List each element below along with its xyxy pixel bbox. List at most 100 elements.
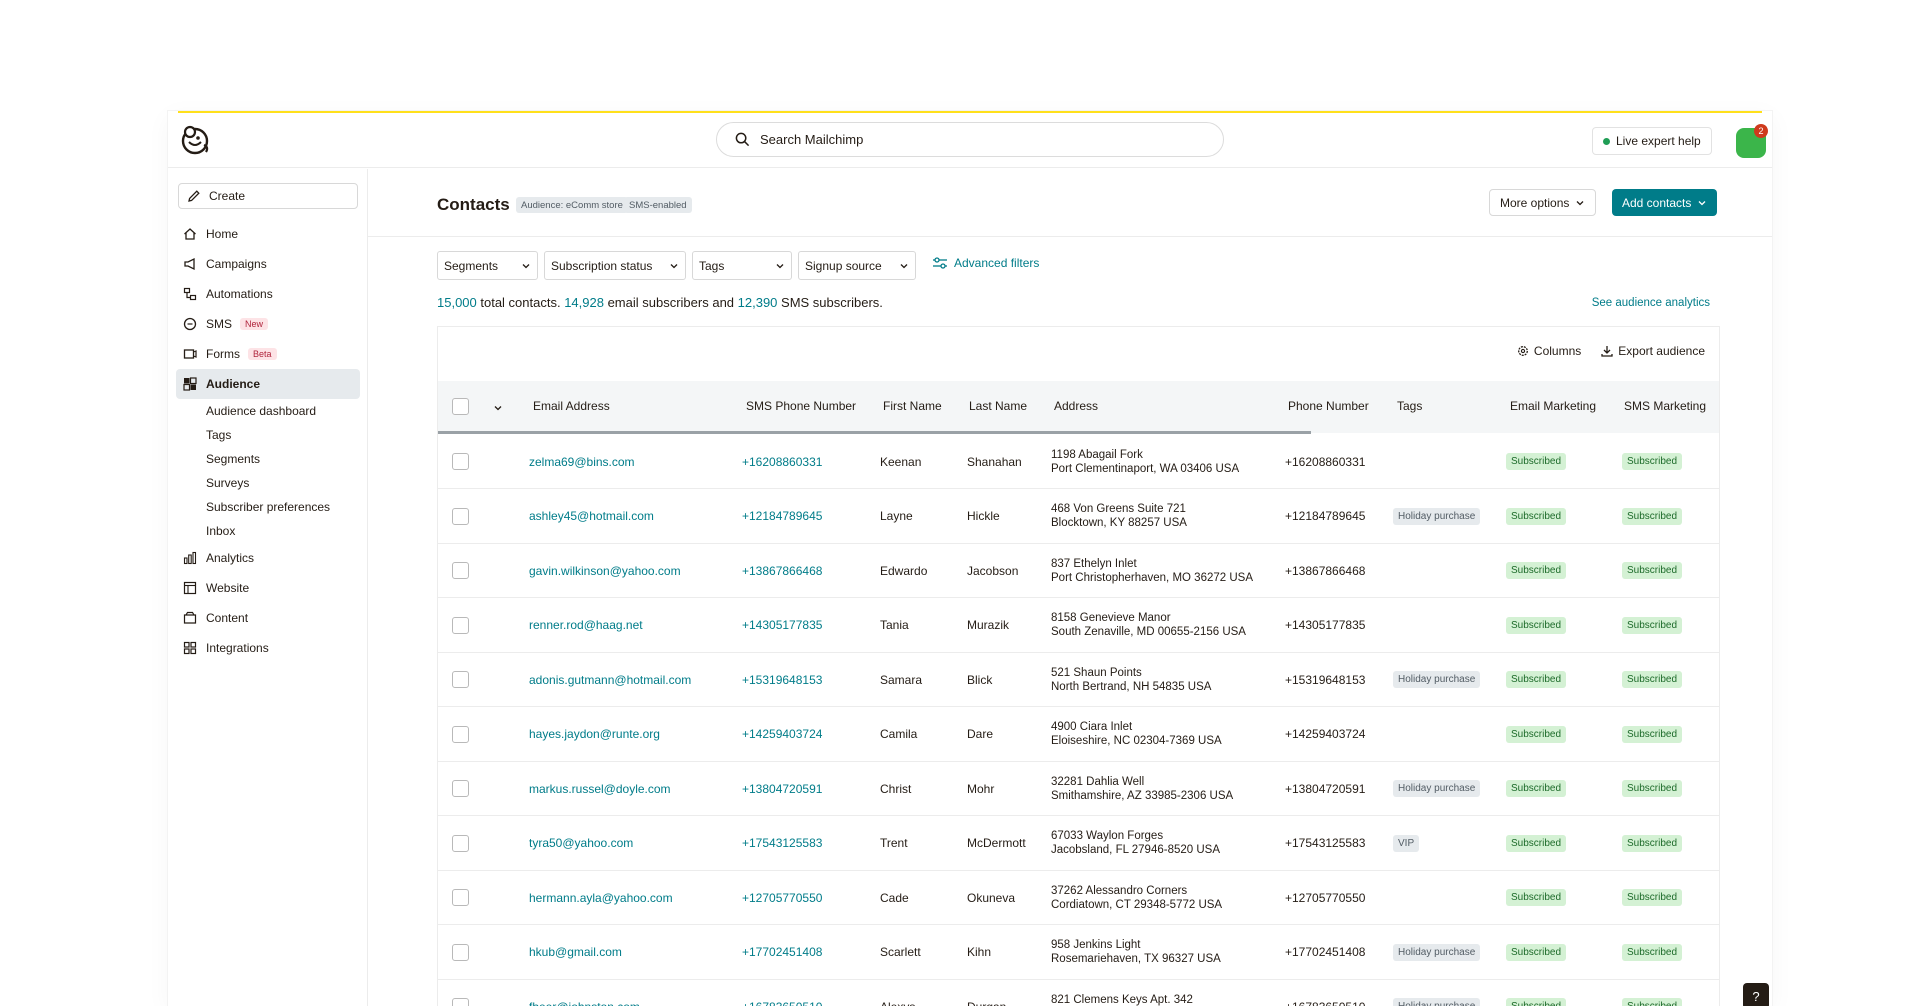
segments-filter[interactable]: Segments [437,251,538,280]
row-checkbox[interactable] [452,998,469,1006]
column-header-sms-phone[interactable]: SMS Phone Number [746,399,856,413]
column-header-phone[interactable]: Phone Number [1288,399,1369,413]
table-row[interactable]: fbeer@johnston.com +16783650510 Alexys D… [438,979,1719,1006]
sms-phone-link[interactable]: +13867866468 [742,543,822,598]
select-all-checkbox[interactable] [452,398,469,415]
sms-marketing-status: Subscribed [1622,507,1683,525]
row-checkbox[interactable] [452,889,469,906]
column-header-sms-marketing[interactable]: SMS Marketing [1624,399,1706,413]
sidebar-item-sms[interactable]: SMS New [176,309,360,339]
sms-phone-link[interactable]: +16783650510 [742,979,822,1006]
email-link[interactable]: hayes.jaydon@runte.org [529,707,660,762]
table-row[interactable]: hayes.jaydon@runte.org +14259403724 Cami… [438,707,1719,762]
help-button[interactable]: ? [1743,983,1769,1006]
last-name: Blick [967,672,993,687]
row-checkbox[interactable] [452,725,469,743]
phone-number: +12184789645 [1285,509,1366,523]
chevron-down-icon[interactable] [493,403,503,413]
create-button[interactable]: Create [178,183,358,209]
row-checkbox[interactable] [452,943,469,961]
email-link[interactable]: hermann.ayla@yahoo.com [529,870,673,925]
email-link[interactable]: tyra50@yahoo.com [529,816,633,871]
column-header-first-name[interactable]: First Name [883,399,942,413]
column-header-email-marketing[interactable]: Email Marketing [1510,399,1596,413]
column-header-last-name[interactable]: Last Name [969,399,1027,413]
table-row[interactable]: renner.rod@haag.net +14305177835 Tania M… [438,598,1719,653]
row-checkbox[interactable] [452,453,469,470]
table-row[interactable]: gavin.wilkinson@yahoo.com +13867866468 E… [438,543,1719,598]
column-header-email[interactable]: Email Address [533,399,610,413]
tag-badge[interactable]: VIP [1393,834,1420,852]
live-expert-help-button[interactable]: Live expert help [1592,127,1712,155]
subscription-status-filter[interactable]: Subscription status [544,251,686,280]
address-line-1: 521 Shaun Points [1051,666,1142,679]
more-options-button[interactable]: More options [1489,189,1597,216]
tag-badge[interactable]: Holiday purchase [1393,998,1481,1006]
sidebar-subitem-inbox[interactable]: Inbox [176,519,360,543]
table-row[interactable]: hkub@gmail.com +17702451408 Scarlett Kih… [438,925,1719,980]
sms-phone-link[interactable]: +16208860331 [742,434,822,489]
column-header-address[interactable]: Address [1054,399,1098,413]
email-link[interactable]: markus.russel@doyle.com [529,761,671,816]
table-row[interactable]: adonis.gutmann@hotmail.com +15319648153 … [438,652,1719,707]
sidebar-item-campaigns[interactable]: Campaigns [176,249,360,279]
sidebar-subitem-tags[interactable]: Tags [176,423,360,447]
table-row[interactable]: markus.russel@doyle.com +13804720591 Chr… [438,761,1719,816]
sms-phone-link[interactable]: +12184789645 [742,489,822,544]
see-audience-analytics-link[interactable]: See audience analytics [1592,297,1710,309]
table-row[interactable]: zelma69@bins.com +16208860331 Keenan Sha… [438,434,1719,489]
email-link[interactable]: zelma69@bins.com [529,434,635,489]
sidebar-subitem-surveys[interactable]: Surveys [176,471,360,495]
sidebar-item-automations[interactable]: Automations [176,279,360,309]
search-input[interactable]: Search Mailchimp [716,122,1224,157]
sms-phone-link[interactable]: +17702451408 [742,925,822,980]
address-line-2: Rosemariehaven, TX 96327 USA [1051,953,1221,965]
email-link[interactable]: adonis.gutmann@hotmail.com [529,652,691,707]
sidebar-subitem-audience-dashboard[interactable]: Audience dashboard [176,399,360,423]
tag-badge[interactable]: Holiday purchase [1393,780,1481,797]
signup-source-filter[interactable]: Signup source [798,251,916,280]
tag-badge[interactable]: Holiday purchase [1393,671,1481,688]
sidebar-subitem-segments[interactable]: Segments [176,447,360,471]
email-link[interactable]: fbeer@johnston.com [529,979,640,1006]
email-link[interactable]: ashley45@hotmail.com [529,489,654,544]
row-checkbox[interactable] [452,834,469,852]
mailchimp-logo-icon[interactable] [178,123,212,157]
avatar[interactable]: 2 [1736,124,1768,158]
row-checkbox[interactable] [452,780,469,797]
sidebar-item-home[interactable]: Home [176,219,360,249]
email-link[interactable]: gavin.wilkinson@yahoo.com [529,543,681,598]
sidebar-item-website[interactable]: Website [176,573,360,603]
email-link[interactable]: renner.rod@haag.net [529,598,643,653]
address: 1198 Abagail Fork Port Clementinaport, W… [1051,434,1239,489]
sms-phone-link[interactable]: +13804720591 [742,761,822,816]
tag-badge[interactable]: Holiday purchase [1393,507,1481,525]
sms-phone-link[interactable]: +14305177835 [742,598,822,653]
sms-phone-link[interactable]: +17543125583 [742,816,822,871]
export-audience-button[interactable]: Export audience [1601,344,1705,358]
sidebar-item-integrations[interactable]: Integrations [176,633,360,663]
row-checkbox[interactable] [452,507,469,525]
sidebar-item-audience[interactable]: Audience [176,369,360,399]
sms-phone-link[interactable]: +14259403724 [742,707,822,762]
columns-button[interactable]: Columns [1517,344,1581,358]
tag-badge[interactable]: Holiday purchase [1393,943,1481,961]
row-checkbox[interactable] [452,616,469,634]
table-row[interactable]: ashley45@hotmail.com +12184789645 Layne … [438,489,1719,544]
sidebar-item-content[interactable]: Content [176,603,360,633]
row-checkbox[interactable] [452,562,469,579]
add-contacts-button[interactable]: Add contacts [1612,189,1718,216]
advanced-filters-link[interactable]: Advanced filters [932,245,1039,280]
sidebar-item-forms[interactable]: Forms Beta [176,339,360,369]
column-header-tags[interactable]: Tags [1397,399,1422,413]
chevron-down-icon [670,263,678,268]
sms-phone-link[interactable]: +15319648153 [742,652,822,707]
sidebar-subitem-subscriber-preferences[interactable]: Subscriber preferences [176,495,360,519]
row-checkbox[interactable] [452,671,469,688]
table-row[interactable]: tyra50@yahoo.com +17543125583 Trent McDe… [438,816,1719,871]
email-link[interactable]: hkub@gmail.com [529,925,622,980]
sms-phone-link[interactable]: +12705770550 [742,870,822,925]
tags-filter[interactable]: Tags [692,251,792,280]
table-row[interactable]: hermann.ayla@yahoo.com +12705770550 Cade… [438,870,1719,925]
sidebar-item-analytics[interactable]: Analytics [176,543,360,573]
